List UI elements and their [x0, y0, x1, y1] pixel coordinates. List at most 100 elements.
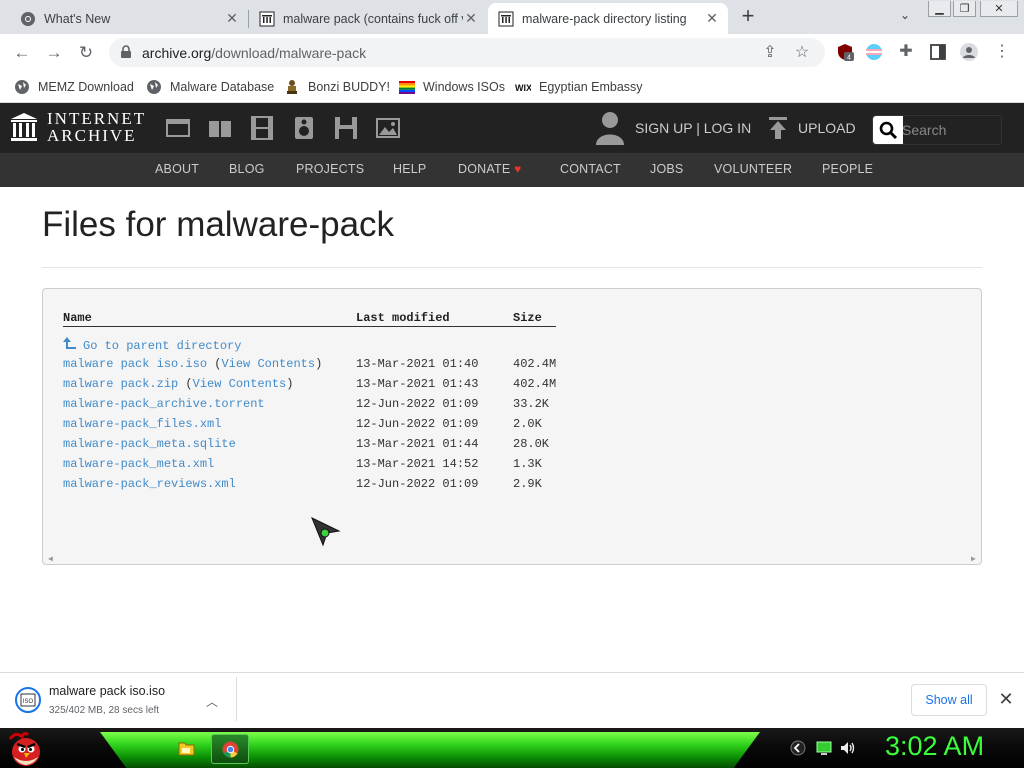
file-name-link[interactable]: malware pack iso.iso [63, 357, 207, 371]
tab-directory-listing[interactable]: malware-pack directory listing ✕ [488, 3, 728, 34]
file-name-link[interactable]: malware-pack_meta.xml [63, 457, 214, 471]
column-header-modified[interactable]: Last modified [356, 311, 450, 325]
column-header-size[interactable]: Size [513, 311, 542, 325]
nav-about[interactable]: ABOUT [155, 162, 199, 176]
column-header-name[interactable]: Name [63, 311, 92, 325]
restore-icon[interactable]: ❐ [953, 1, 976, 17]
file-size: 402.4M [513, 357, 557, 371]
texts-book-icon[interactable] [207, 115, 233, 141]
nav-volunteer[interactable]: VOLUNTEER [714, 162, 792, 176]
mouse-cursor-icon [311, 517, 341, 547]
file-size: 2.0K [513, 417, 542, 431]
tab-malware-pack[interactable]: malware pack (contains fuck off v ✕ [249, 3, 487, 34]
file-name-link[interactable]: malware-pack_files.xml [63, 417, 221, 431]
close-tab-icon[interactable]: ✕ [224, 10, 240, 27]
bookmark-label: Windows ISOs [423, 80, 505, 94]
file-row: malware-pack_archive.torrent 12-Jun-2022… [43, 397, 983, 413]
bookmark-star-icon[interactable]: ☆ [793, 44, 811, 62]
nav-projects[interactable]: PROJECTS [296, 162, 364, 176]
tab-search-icon[interactable]: ⌄ [896, 8, 914, 26]
bookmark-memz[interactable]: MEMZ Download [14, 77, 134, 97]
file-modified: 12-Jun-2022 01:09 [356, 397, 479, 411]
bookmark-windows-isos[interactable]: Windows ISOs [399, 77, 505, 97]
network-icon[interactable] [816, 740, 832, 756]
images-icon[interactable] [375, 115, 401, 141]
nav-jobs[interactable]: JOBS [650, 162, 683, 176]
share-icon[interactable]: ⇪ [761, 44, 779, 62]
reload-icon[interactable]: ↻ [75, 42, 97, 64]
bookmark-egyptian-embassy[interactable]: WIX Egyptian Embassy [515, 77, 643, 97]
file-modified: 13-Mar-2021 01:43 [356, 377, 479, 391]
parent-directory-link[interactable]: Go to parent directory [63, 336, 241, 353]
taskbar-clock[interactable]: 3:02 AM [885, 731, 984, 762]
search-button[interactable] [873, 116, 903, 144]
close-tab-icon[interactable]: ✕ [704, 10, 720, 27]
back-arrow-icon[interactable]: ← [11, 42, 33, 64]
new-tab-icon[interactable]: + [737, 5, 759, 28]
audio-speaker-icon[interactable] [291, 115, 317, 141]
folder-icon [178, 742, 195, 756]
file-name-link[interactable]: malware-pack_archive.torrent [63, 397, 265, 411]
nav-blog[interactable]: BLOG [229, 162, 265, 176]
upload-link[interactable]: UPLOAD [798, 120, 856, 136]
web-icon[interactable] [165, 115, 191, 141]
file-name-link[interactable]: malware-pack_meta.sqlite [63, 437, 236, 451]
close-tab-icon[interactable]: ✕ [463, 10, 479, 27]
file-row: malware pack iso.iso (View Contents) 13-… [43, 357, 983, 373]
file-name-link[interactable]: malware-pack_reviews.xml [63, 477, 236, 491]
user-icon[interactable] [596, 111, 624, 145]
start-angry-bird-icon[interactable] [6, 729, 46, 767]
internet-archive-wordmark[interactable]: INTERNET ARCHIVE [47, 110, 146, 144]
software-floppy-icon[interactable] [333, 115, 359, 141]
nav-people[interactable]: PEOPLE [822, 162, 873, 176]
search-icon [879, 121, 898, 140]
profile-avatar-icon[interactable] [960, 43, 978, 61]
iso-file-icon: ISO [15, 687, 41, 713]
nav-help[interactable]: HELP [393, 162, 426, 176]
nav-contact[interactable]: CONTACT [560, 162, 621, 176]
show-all-button[interactable]: Show all [911, 684, 987, 716]
tab-strip: What's New ✕ malware pack (contains fuck… [0, 0, 1024, 34]
internet-archive-logo-icon[interactable] [10, 111, 38, 143]
bookmark-malware-database[interactable]: Malware Database [146, 77, 274, 97]
scroll-left-arrow-icon[interactable]: ◀ [48, 554, 53, 564]
signup-login-link[interactable]: SIGN UP | LOG IN [635, 120, 751, 136]
pride-extension-icon[interactable] [865, 43, 883, 61]
close-shelf-icon[interactable]: ✕ [996, 689, 1016, 709]
bonzi-icon [287, 80, 297, 94]
file-modified: 13-Mar-2021 01:40 [356, 357, 479, 371]
up-arrow-icon [63, 337, 76, 349]
minimize-icon[interactable]: ▁ [928, 1, 951, 17]
bookmark-bonzi[interactable]: Bonzi BUDDY! [284, 77, 390, 97]
globe-icon [15, 80, 29, 94]
side-panel-icon[interactable] [929, 43, 947, 61]
search-input[interactable]: Search [902, 122, 946, 138]
title-divider [42, 267, 982, 268]
extensions-puzzle-icon[interactable]: ✚ [897, 43, 915, 61]
view-contents-link[interactable]: View Contents [221, 357, 315, 371]
view-contents-link[interactable]: View Contents [193, 377, 287, 391]
logo-line-1: INTERNET [47, 109, 147, 128]
nav-donate[interactable]: DONATE ♥ [458, 162, 521, 176]
close-window-icon[interactable]: ✕ [980, 1, 1018, 17]
taskbar-chrome[interactable] [211, 734, 249, 764]
file-row: malware-pack_reviews.xml 12-Jun-2022 01:… [43, 477, 983, 493]
file-name-link[interactable]: malware pack.zip [63, 377, 178, 391]
menu-kebab-icon[interactable]: ⋮ [993, 43, 1011, 61]
volume-speaker-icon[interactable] [840, 740, 856, 756]
scroll-right-arrow-icon[interactable]: ▶ [971, 554, 976, 564]
forward-arrow-icon[interactable]: → [43, 42, 65, 64]
download-filename[interactable]: malware pack iso.iso [49, 684, 165, 698]
archive-icon [498, 11, 514, 26]
address-bar[interactable]: archive.org/download/malware-pack ⇪ ☆ [109, 38, 825, 67]
chevron-up-icon[interactable]: ︿ [205, 693, 219, 709]
bookmark-label: Egyptian Embassy [539, 80, 643, 94]
taskbar-explorer[interactable] [167, 734, 205, 764]
video-film-icon[interactable] [249, 115, 275, 141]
upload-arrow-icon[interactable] [767, 116, 789, 140]
file-size: 33.2K [513, 397, 550, 411]
ia-search-box[interactable]: Search [872, 115, 1002, 145]
ublock-extension-icon[interactable]: 4 [836, 43, 854, 61]
tab-whats-new[interactable]: What's New ✕ [0, 3, 248, 34]
show-hidden-icons-icon[interactable] [790, 740, 806, 756]
